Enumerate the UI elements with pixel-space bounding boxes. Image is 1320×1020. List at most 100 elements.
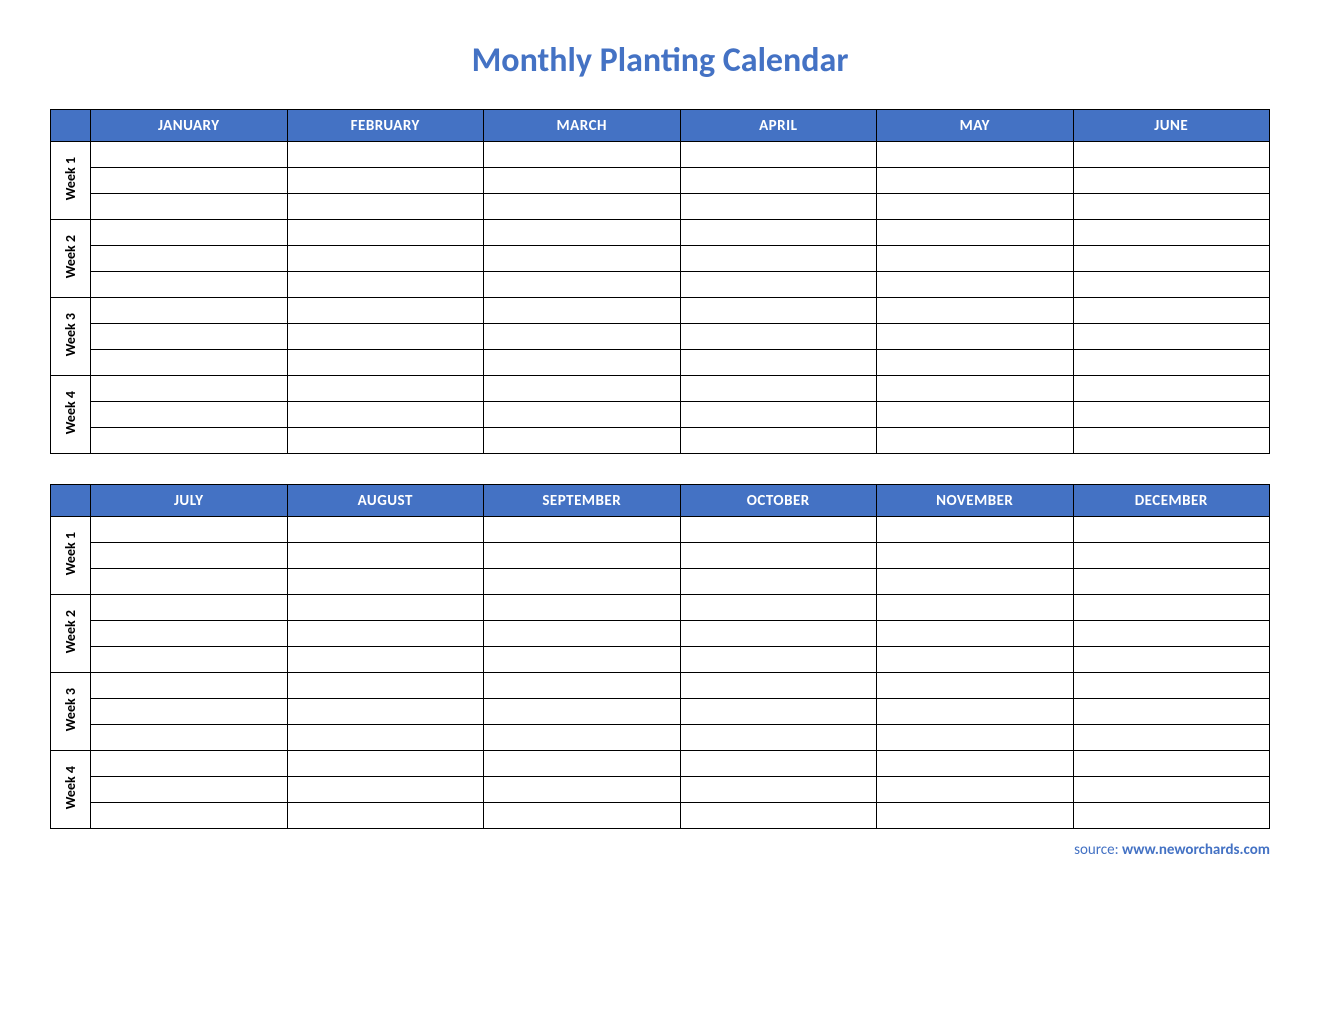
- calendar-cell: [877, 569, 1074, 595]
- calendar-cell: [1073, 220, 1270, 246]
- calendar-cell: [484, 803, 681, 829]
- calendar-cell: [484, 220, 681, 246]
- calendar-cell: [1073, 569, 1270, 595]
- calendar-cell: [484, 324, 681, 350]
- calendar-cell: [287, 350, 484, 376]
- calendar-cell: [91, 751, 288, 777]
- calendar-cell: [680, 673, 877, 699]
- week-label: Week 2: [51, 220, 91, 298]
- calendar-cell: [91, 543, 288, 569]
- calendar-cell: [287, 543, 484, 569]
- calendar-cell: [877, 246, 1074, 272]
- corner-cell: [51, 485, 91, 517]
- calendar-cell: [877, 777, 1074, 803]
- calendar-cell: [1073, 647, 1270, 673]
- calendar-cell: [680, 220, 877, 246]
- calendar-cell: [484, 194, 681, 220]
- calendar-cell: [484, 142, 681, 168]
- calendar-cell: [680, 142, 877, 168]
- calendar-cell: [877, 220, 1074, 246]
- calendar-cell: [91, 777, 288, 803]
- week-label: Week 3: [51, 673, 91, 751]
- calendar-cell: [680, 246, 877, 272]
- calendar-cell: [287, 402, 484, 428]
- calendar-cell: [680, 751, 877, 777]
- calendar-cell: [91, 569, 288, 595]
- calendar-cell: [1073, 777, 1270, 803]
- calendar-cell: [1073, 324, 1270, 350]
- calendar-cell: [287, 428, 484, 454]
- month-header: MAY: [877, 110, 1074, 142]
- calendar-cell: [877, 324, 1074, 350]
- page-title: Monthly Planting Calendar: [50, 40, 1270, 81]
- calendar-cell: [484, 428, 681, 454]
- calendar-cell: [484, 595, 681, 621]
- calendar-cell: [287, 673, 484, 699]
- month-header: APRIL: [680, 110, 877, 142]
- calendar-cell: [877, 621, 1074, 647]
- calendar-cell: [287, 803, 484, 829]
- calendar-cell: [287, 569, 484, 595]
- calendar-cell: [91, 428, 288, 454]
- calendar-cell: [91, 595, 288, 621]
- week-label: Week 1: [51, 142, 91, 220]
- calendar-cell: [91, 298, 288, 324]
- calendar-cell: [680, 428, 877, 454]
- calendar-cell: [877, 168, 1074, 194]
- calendar-cell: [877, 194, 1074, 220]
- calendar-cell: [91, 194, 288, 220]
- calendar-cell: [91, 673, 288, 699]
- calendar-cell: [484, 246, 681, 272]
- calendar-cell: [287, 595, 484, 621]
- calendar-cell: [287, 220, 484, 246]
- calendar-cell: [680, 298, 877, 324]
- calendar-cell: [680, 803, 877, 829]
- calendar-cell: [1073, 298, 1270, 324]
- week-label: Week 4: [51, 751, 91, 829]
- calendar-cell: [484, 673, 681, 699]
- calendar-cell: [1073, 595, 1270, 621]
- calendar-cell: [484, 569, 681, 595]
- calendar-cell: [484, 543, 681, 569]
- calendar-cell: [91, 142, 288, 168]
- month-header: FEBRUARY: [287, 110, 484, 142]
- calendar-cell: [287, 647, 484, 673]
- calendar-cell: [680, 777, 877, 803]
- calendar-cell: [1073, 803, 1270, 829]
- calendar-cell: [484, 517, 681, 543]
- calendar-cell: [91, 402, 288, 428]
- calendar-cell: [287, 699, 484, 725]
- calendar-cell: [287, 376, 484, 402]
- calendar-cell: [91, 376, 288, 402]
- calendar-cell: [91, 324, 288, 350]
- calendar-cell: [1073, 350, 1270, 376]
- calendar-cell: [680, 621, 877, 647]
- calendar-cell: [877, 402, 1074, 428]
- month-header: JANUARY: [91, 110, 288, 142]
- calendar-cell: [91, 272, 288, 298]
- calendar-cell: [287, 142, 484, 168]
- calendar-cell: [680, 725, 877, 751]
- calendar-cell: [91, 220, 288, 246]
- calendar-cell: [287, 324, 484, 350]
- calendar-cell: [287, 194, 484, 220]
- calendar-cell: [484, 298, 681, 324]
- source-line: source: www.neworchards.com: [50, 841, 1270, 859]
- source-prefix: source:: [1074, 841, 1122, 859]
- calendar-cell: [680, 376, 877, 402]
- calendar-cell: [484, 725, 681, 751]
- corner-cell: [51, 110, 91, 142]
- calendar-cell: [91, 647, 288, 673]
- calendar-cell: [1073, 246, 1270, 272]
- calendar-cell: [484, 272, 681, 298]
- calendar-cell: [877, 699, 1074, 725]
- source-site: www.neworchards.com: [1122, 841, 1270, 859]
- calendar-cell: [1073, 376, 1270, 402]
- calendar-cell: [484, 350, 681, 376]
- calendar-cell: [877, 376, 1074, 402]
- calendar-cell: [877, 350, 1074, 376]
- calendar-cell: [91, 725, 288, 751]
- calendar-cell: [1073, 517, 1270, 543]
- calendar-cell: [877, 725, 1074, 751]
- calendar-cell: [484, 168, 681, 194]
